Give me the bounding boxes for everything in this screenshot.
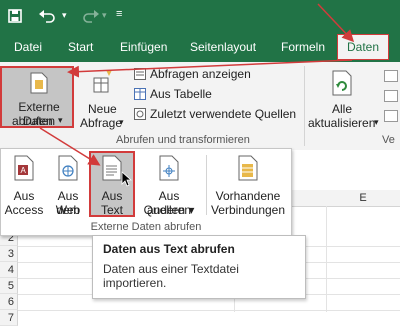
annotation-arrows: [39, 3, 355, 166]
arrow-to-daten-tab: [317, 3, 355, 43]
arrow-to-aus-text: [39, 127, 101, 166]
arrow-to-externe-daten: [67, 59, 353, 78]
row-header-7[interactable]: 7: [0, 310, 18, 326]
